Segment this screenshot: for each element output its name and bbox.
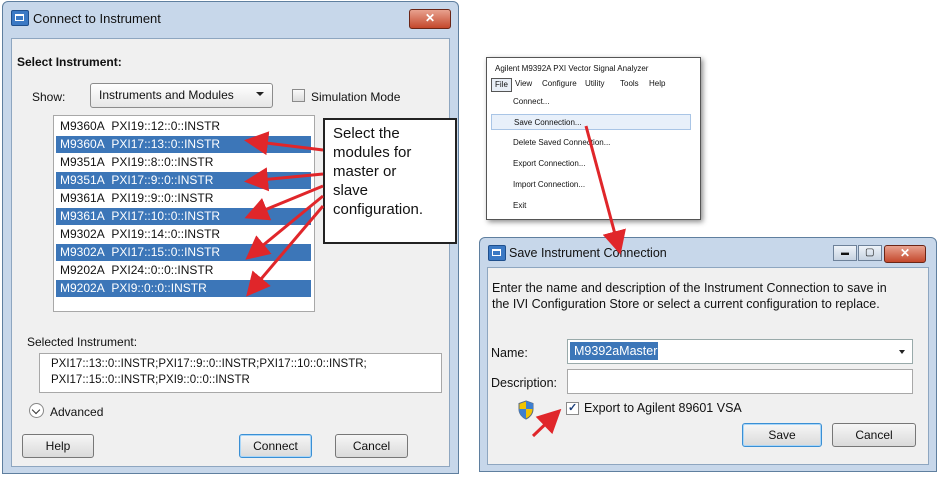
arrow-line — [531, 408, 562, 438]
arrow-line — [244, 167, 324, 192]
annotation-arrows — [244, 125, 626, 438]
arrow-line — [584, 125, 626, 255]
arrow-line — [246, 205, 325, 297]
arrow-line — [244, 184, 324, 221]
arrow-line — [244, 131, 324, 156]
